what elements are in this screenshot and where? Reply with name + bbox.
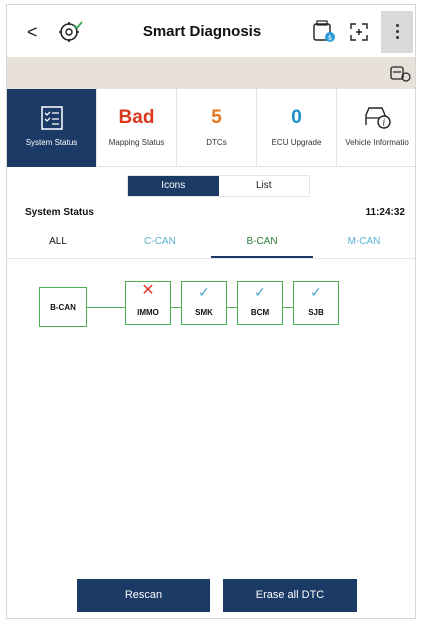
- summary-tiles: System Status Bad Mapping Status 5 DTCs …: [7, 89, 415, 167]
- ok-check-icon: ✓: [198, 284, 210, 300]
- tile-vehicle-info[interactable]: i Vehicle Informatio: [337, 89, 415, 167]
- module-node-bcm[interactable]: ✓ BCM: [237, 281, 283, 325]
- mapping-status-value: Bad: [118, 107, 155, 128]
- system-status-time: 11:24:32: [365, 207, 405, 218]
- module-label: SJB: [308, 308, 324, 317]
- bus-wire: [171, 307, 181, 308]
- svg-text:$: $: [328, 34, 332, 42]
- bus-wire: [227, 307, 237, 308]
- tile-mapping-status[interactable]: Bad Mapping Status: [97, 89, 177, 167]
- erase-all-dtc-button[interactable]: Erase all DTC: [223, 579, 357, 612]
- tile-label: System Status: [25, 138, 78, 147]
- ecu-cost-icon[interactable]: $: [311, 19, 337, 45]
- tile-ecu-upgrade[interactable]: 0 ECU Upgrade: [257, 89, 337, 167]
- module-node-sjb[interactable]: ✓ SJB: [293, 281, 339, 325]
- ok-check-icon: ✓: [310, 284, 322, 300]
- top-bar: < Smart Diagnosis $: [7, 5, 415, 57]
- app-screen: < Smart Diagnosis $ System Status Bad Ma…: [6, 4, 416, 619]
- tab-b-can[interactable]: B-CAN: [211, 227, 313, 258]
- tile-dtcs[interactable]: 5 DTCs: [177, 89, 257, 167]
- bus-tabs: ALL C-CAN B-CAN M-CAN: [7, 227, 415, 259]
- module-label: BCM: [250, 308, 270, 317]
- fail-x-icon: ✕: [141, 282, 155, 299]
- dtc-count-value: 5: [211, 107, 222, 128]
- tab-all[interactable]: ALL: [7, 227, 109, 258]
- icons-view-button[interactable]: Icons: [128, 176, 219, 196]
- rescan-button[interactable]: Rescan: [77, 579, 210, 612]
- bus-wire: [283, 307, 293, 308]
- screen-capture-icon[interactable]: [348, 21, 370, 43]
- checklist-icon: [40, 106, 63, 130]
- back-icon[interactable]: <: [27, 23, 43, 41]
- page-title: Smart Diagnosis: [142, 23, 262, 40]
- tab-m-can[interactable]: M-CAN: [313, 227, 415, 258]
- vehicle-strip: [7, 57, 415, 89]
- tile-system-status[interactable]: System Status: [7, 89, 97, 167]
- bus-label: B-CAN: [50, 303, 76, 312]
- module-node-smk[interactable]: ✓ SMK: [181, 281, 227, 325]
- module-node-immo[interactable]: ✕ IMMO: [125, 281, 171, 325]
- tile-label: Mapping Status: [108, 138, 165, 147]
- list-view-button[interactable]: List: [218, 176, 309, 196]
- ecu-upgrade-value: 0: [291, 107, 302, 128]
- system-status-title: System Status: [25, 207, 94, 218]
- module-label: IMMO: [137, 308, 159, 317]
- diagnosis-logo-icon: [59, 21, 83, 42]
- vehicle-info-icon: i: [365, 107, 391, 129]
- more-options-icon[interactable]: [381, 11, 413, 53]
- tile-label: ECU Upgrade: [271, 138, 322, 147]
- tile-label: DTCs: [206, 138, 227, 147]
- bus-wire: [87, 307, 125, 308]
- module-label: SMK: [195, 308, 213, 317]
- view-toggle: Icons List: [127, 175, 310, 197]
- tile-label: Vehicle Informatio: [345, 138, 409, 147]
- ok-check-icon: ✓: [254, 284, 266, 300]
- vehicle-connect-icon[interactable]: [389, 63, 411, 83]
- tab-c-can[interactable]: C-CAN: [109, 227, 211, 258]
- bus-node[interactable]: B-CAN: [39, 287, 87, 327]
- svg-text:i: i: [383, 119, 386, 129]
